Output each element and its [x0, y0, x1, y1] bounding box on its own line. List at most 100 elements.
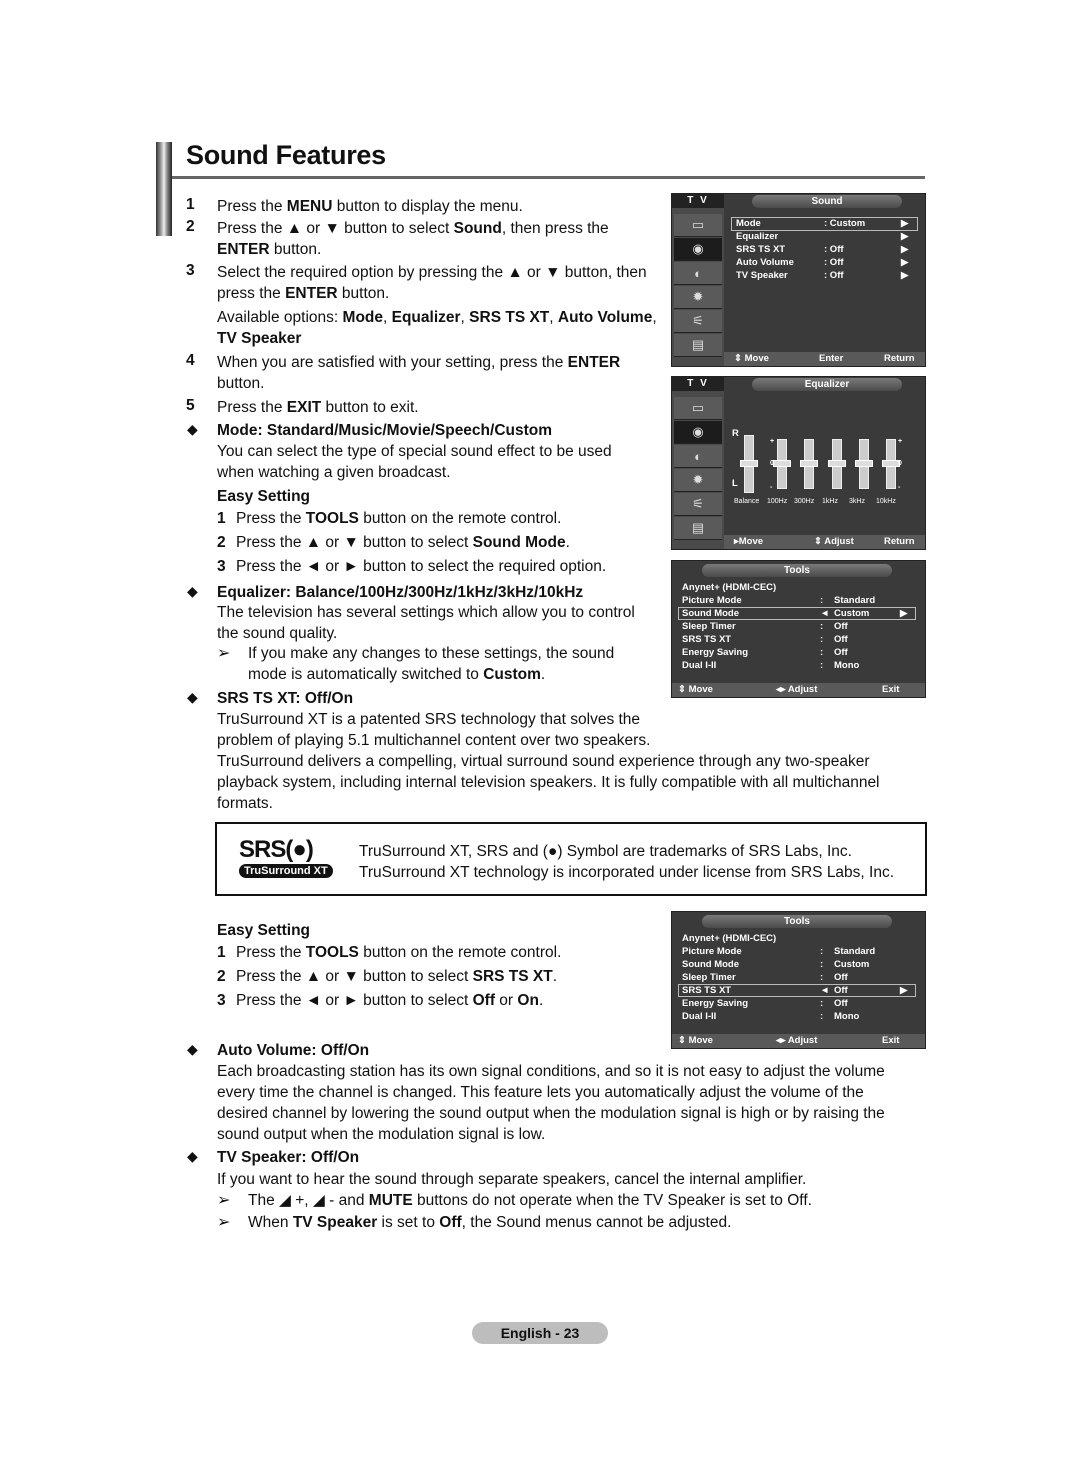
osd-row-value: Standard: [834, 946, 876, 957]
osd-row-label[interactable]: SRS TS XT: [682, 633, 731, 646]
osd-row-value: Mono: [834, 660, 860, 671]
osd-header: Tools: [702, 915, 892, 928]
eq-scale-minus: -: [770, 484, 773, 491]
equalizer-note: If you make any changes to these setting…: [248, 645, 615, 683]
tv-speaker-heading: TV Speaker: Off/On: [217, 1149, 360, 1166]
osd-equalizer-menu: T V ▭ ◉ ◐ ✹ ⚟ ▤ Equalizer R L Balance 100…: [671, 376, 926, 550]
osd-tv-label: T V: [672, 377, 724, 391]
osd-exit: Exit: [882, 684, 900, 695]
osd-row-label[interactable]: Energy Saving: [682, 997, 748, 1010]
srs-desc2: TruSurround delivers a compelling, virtu…: [217, 753, 880, 812]
input-icon[interactable]: ⚟: [674, 310, 722, 333]
picture-icon[interactable]: ▭: [674, 214, 722, 237]
osd-footer: ▸Move ⇕ Adjust Return: [724, 535, 925, 549]
osd-row-label[interactable]: Energy Saving: [682, 646, 748, 659]
eq-slider-knob[interactable]: [828, 460, 846, 467]
eq-scale-plus: +: [898, 438, 903, 445]
picture-icon[interactable]: ▭: [674, 397, 722, 420]
eq-band-label: 3kHz: [849, 498, 865, 505]
step-number: 4: [186, 352, 195, 369]
osd-move: ⇕ Move: [678, 1035, 713, 1046]
osd-return: Return: [884, 536, 915, 547]
osd-row-label[interactable]: Anynet+ (HDMI-CEC): [682, 581, 776, 594]
tv-speaker-note2: When TV Speaker is set to Off, the Sound…: [248, 1214, 732, 1231]
sound-icon[interactable]: ◉: [674, 421, 722, 444]
osd-move: ▸Move: [734, 536, 764, 547]
page-title: Sound Features: [186, 140, 386, 170]
eq-scale-zero: 0: [770, 460, 774, 467]
osd-tools-menu-srs: Tools Anynet+ (HDMI-CEC) Picture Mode: Stan…: [671, 911, 926, 1049]
eq-slider-knob[interactable]: [855, 460, 873, 467]
note-arrow-icon: ➢: [217, 645, 231, 662]
osd-row-separator: :: [820, 1011, 824, 1022]
step-text: Available options: Mode, Equalizer, SRS …: [217, 309, 657, 347]
osd-header: Tools: [702, 564, 892, 577]
osd-row-label[interactable]: Sound Mode: [682, 607, 739, 620]
eq-band-label: 300Hz: [794, 498, 815, 505]
step-text: Select the required option by pressing t…: [217, 264, 647, 302]
osd-row-separator: :: [820, 621, 824, 632]
osd-header: Sound: [752, 195, 902, 208]
digital-icon[interactable]: ▤: [674, 334, 722, 357]
balance-r-label: R: [732, 428, 739, 439]
osd-row-value: : Off: [824, 244, 844, 255]
step-text: Press the ◄ or ► button to select the re…: [236, 558, 607, 575]
note-arrow-icon: ➢: [217, 1192, 231, 1209]
osd-row-label[interactable]: Picture Mode: [682, 594, 742, 607]
osd-row-value: Custom: [834, 608, 870, 619]
osd-row-label[interactable]: Anynet+ (HDMI-CEC): [682, 932, 776, 945]
osd-row-value: Off: [834, 634, 848, 645]
osd-row-label[interactable]: SRS TS XT: [682, 984, 731, 997]
title-accent-bar: [156, 142, 172, 236]
auto-volume-heading: Auto Volume: Off/On: [217, 1042, 370, 1059]
step-text: Press the ▲ or ▼ button to select SRS TS…: [236, 968, 558, 985]
srs-trademark-box: SRS(●) TruSurround XT TruSurround XT, SR…: [215, 822, 927, 896]
step-number: 3: [186, 262, 195, 279]
setup-icon[interactable]: ✹: [674, 469, 722, 492]
input-icon[interactable]: ⚟: [674, 493, 722, 516]
osd-row-label[interactable]: Picture Mode: [682, 945, 742, 958]
eq-band-label: 100Hz: [767, 498, 788, 505]
osd-move: ⇕ Move: [734, 353, 769, 364]
osd-row-label[interactable]: Mode: [736, 217, 761, 230]
osd-row-label[interactable]: Sleep Timer: [682, 971, 736, 984]
osd-row-label[interactable]: Dual I-II: [682, 1010, 716, 1023]
osd-move: ⇕ Move: [678, 684, 713, 695]
eq-scale-plus: +: [770, 438, 775, 445]
osd-row-label[interactable]: SRS TS XT: [736, 243, 785, 256]
osd-row-value: Off: [834, 621, 848, 632]
channel-icon[interactable]: ◐: [674, 262, 722, 285]
osd-row-label[interactable]: Auto Volume: [736, 256, 794, 269]
eq-band-label: 10kHz: [876, 498, 896, 505]
srs-heading: SRS TS XT: Off/On: [217, 690, 354, 707]
srs-easy-title: Easy Setting: [217, 922, 311, 939]
bullet-icon: ◆: [187, 583, 198, 599]
step-number: 2: [217, 534, 226, 551]
osd-row-value: Mono: [834, 1011, 860, 1022]
arrow-right-icon: ▶: [900, 608, 908, 619]
osd-row-label[interactable]: TV Speaker: [736, 269, 788, 282]
osd-row-separator: :: [820, 946, 824, 957]
channel-icon[interactable]: ◐: [674, 445, 722, 468]
title-rule: [172, 176, 925, 179]
setup-icon[interactable]: ✹: [674, 286, 722, 309]
osd-row-label[interactable]: Sleep Timer: [682, 620, 736, 633]
equalizer-desc: The television has several settings whic…: [217, 604, 635, 642]
step-number: 3: [217, 992, 226, 1009]
osd-row-label[interactable]: Sound Mode: [682, 958, 739, 971]
step-text: Press the ▲ or ▼ button to select Sound …: [236, 534, 570, 551]
eq-scale-minus: -: [898, 484, 901, 491]
osd-row-value: : Off: [824, 257, 844, 268]
digital-icon[interactable]: ▤: [674, 517, 722, 540]
arrow-right-icon: ▶: [901, 218, 909, 229]
eq-slider-knob[interactable]: [800, 460, 818, 467]
osd-row-value: Off: [834, 972, 848, 983]
eq-slider-knob[interactable]: [740, 460, 758, 467]
osd-sound-menu: T V ▭ ◉ ◐ ✹ ⚟ ▤ Sound Mode: Custom ▶ Equal…: [671, 193, 926, 367]
osd-row-value: Off: [834, 998, 848, 1009]
sound-icon[interactable]: ◉: [674, 238, 722, 261]
bullet-icon: ◆: [187, 1148, 198, 1164]
osd-row-label[interactable]: Equalizer: [736, 230, 778, 243]
eq-slider-knob[interactable]: [773, 460, 791, 467]
osd-row-label[interactable]: Dual I-II: [682, 659, 716, 672]
